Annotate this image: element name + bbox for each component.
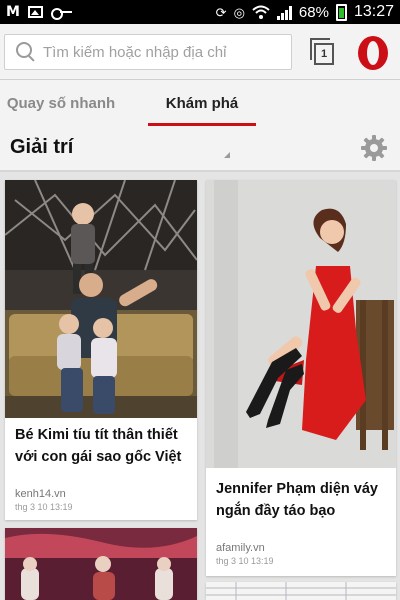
- opera-logo-icon: [358, 36, 388, 70]
- article-source: kenh14.vn: [15, 488, 66, 500]
- article-card[interactable]: Jennifer Phạm diện váy ngắn đầy táo bạo …: [206, 180, 396, 576]
- article-photo: [206, 582, 396, 600]
- opera-menu-button[interactable]: [358, 36, 392, 70]
- search-placeholder: Tìm kiếm hoặc nhập địa chỉ: [43, 43, 227, 61]
- article-title-line-2: với con gái sao gốc Việt: [15, 449, 182, 465]
- gear-icon[interactable]: [360, 134, 388, 162]
- tab-row: Quay số nhanh Khám phá: [0, 80, 400, 126]
- article-card[interactable]: [206, 582, 396, 600]
- article-title-line-1: Jennifer Phạm diện váy: [216, 481, 378, 497]
- status-bar: M ⟳ ◎ 68% 13:27: [0, 0, 400, 24]
- wifi-icon: [252, 5, 270, 19]
- article-photo: [5, 180, 197, 418]
- search-input[interactable]: Tìm kiếm hoặc nhập địa chỉ: [4, 34, 292, 70]
- dropdown-icon[interactable]: [224, 152, 230, 158]
- article-source: afamily.vn: [216, 542, 265, 554]
- tab-count: 1: [314, 43, 334, 65]
- signal-icon: [276, 5, 292, 20]
- article-time: thg 3 10 13:19: [216, 556, 274, 566]
- tab-speed-dial[interactable]: Quay số nhanh: [0, 80, 122, 126]
- tabs-button[interactable]: 1: [308, 38, 336, 66]
- key-icon: [50, 7, 73, 20]
- image-icon: [27, 6, 43, 18]
- circle-icon: ◎: [233, 4, 245, 20]
- article-photo: [206, 180, 396, 468]
- article-time: thg 3 10 13:19: [15, 502, 73, 512]
- tab-discover[interactable]: Khám phá: [148, 80, 256, 126]
- article-card[interactable]: Bé Kimi tíu tít thân thiết với con gái s…: [5, 180, 197, 520]
- search-icon: [13, 38, 41, 66]
- category-bar: Giải trí: [0, 126, 400, 172]
- article-title-line-1: Bé Kimi tíu tít thân thiết: [15, 427, 178, 443]
- article-card[interactable]: [5, 528, 197, 600]
- article-photo: [5, 528, 197, 600]
- category-selector[interactable]: Giải trí: [10, 136, 73, 159]
- battery-percent: 68%: [298, 3, 329, 21]
- clock: 13:27: [353, 3, 394, 20]
- article-title-line-2: ngắn đầy táo bạo: [216, 503, 336, 519]
- address-bar: Tìm kiếm hoặc nhập địa chỉ 1: [0, 24, 400, 80]
- gmail-m-icon: M: [6, 4, 20, 20]
- battery-icon: [335, 3, 347, 21]
- rotate-icon: ⟳: [215, 4, 227, 20]
